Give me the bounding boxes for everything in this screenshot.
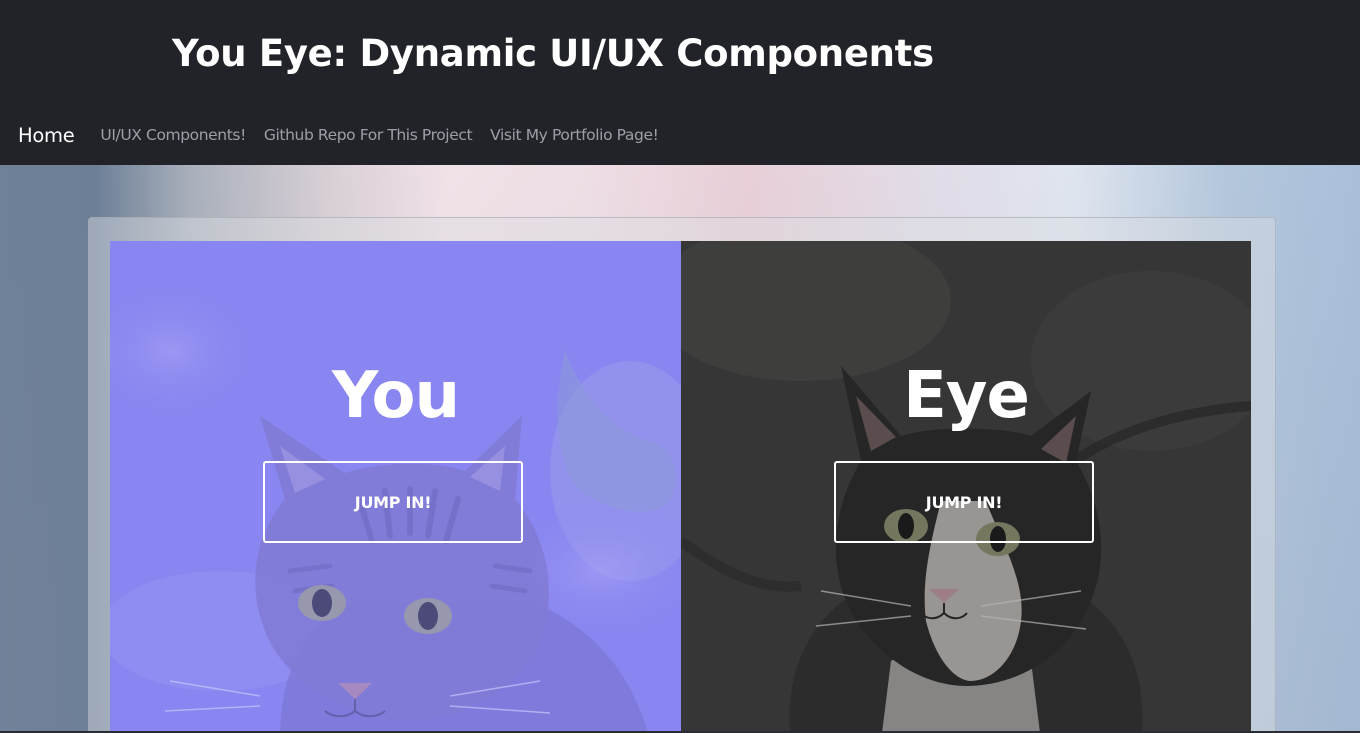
nav-components-link[interactable]: UI/UX Components! (100, 126, 246, 144)
you-heading: You (332, 359, 460, 433)
main-nav: Home UI/UX Components! Github Repo For T… (18, 117, 676, 153)
nav-home-link[interactable]: Home (18, 124, 75, 147)
you-jump-in-button[interactable]: JUMP IN! (263, 461, 523, 543)
you-panel: You JUMP IN! (110, 241, 681, 733)
site-header: You Eye: Dynamic UI/UX Components Home U… (0, 0, 1360, 165)
eye-panel: Eye JUMP IN! (681, 241, 1251, 733)
nav-github-link[interactable]: Github Repo For This Project (264, 126, 473, 144)
split-panels: You JUMP IN! Eye JUMP IN! (110, 241, 1251, 733)
eye-heading: Eye (903, 359, 1030, 433)
page-title: You Eye: Dynamic UI/UX Components (172, 32, 934, 75)
nav-portfolio-link[interactable]: Visit My Portfolio Page! (490, 126, 659, 144)
eye-jump-in-button[interactable]: JUMP IN! (834, 461, 1094, 543)
hero-section: You JUMP IN! Eye JUMP IN! (0, 165, 1360, 733)
